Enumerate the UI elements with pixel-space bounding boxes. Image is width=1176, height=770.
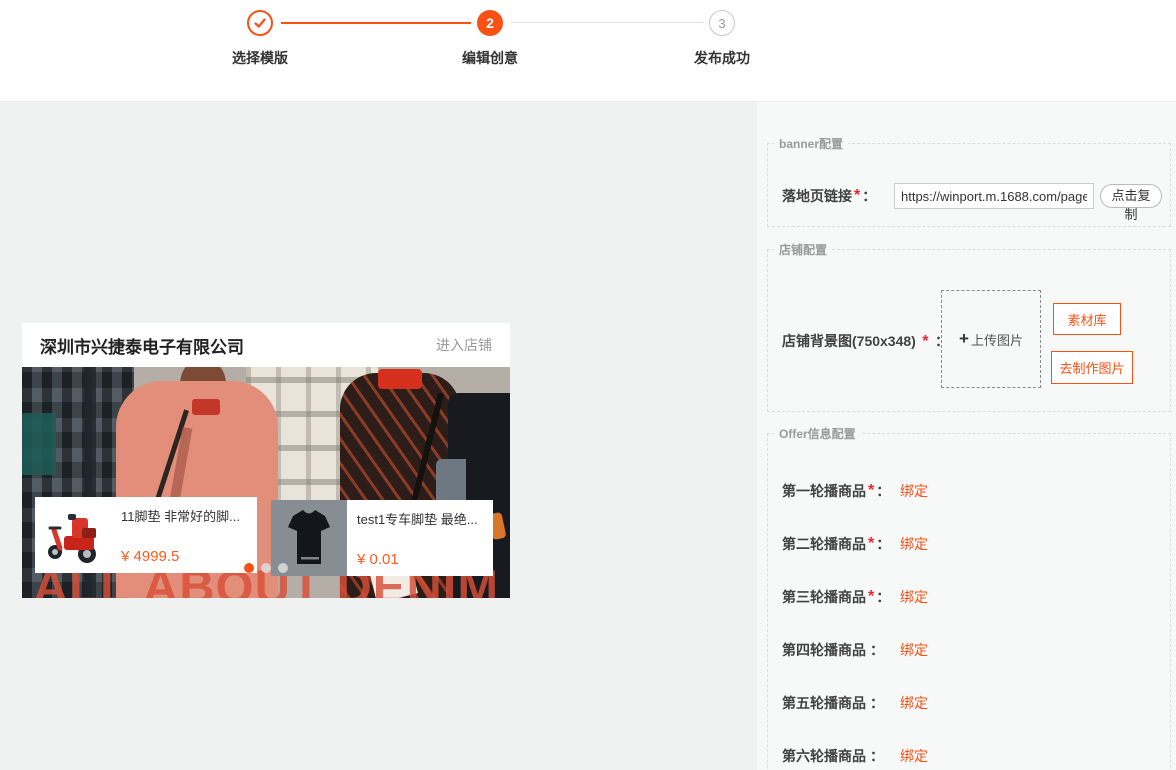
product-info: 11脚垫 非常好的脚... ¥ 4999.5 bbox=[111, 497, 257, 573]
material-library-button[interactable]: 素材库 bbox=[1053, 303, 1121, 335]
bind-link-4[interactable]: 绑定 bbox=[900, 640, 928, 660]
store-name: 深圳市兴捷泰电子有限公司 bbox=[40, 337, 244, 357]
stepper-header: 2 3 选择模版 编辑创意 发布成功 bbox=[0, 0, 1176, 102]
store-preview-header: 深圳市兴捷泰电子有限公司 进入店铺 bbox=[22, 323, 510, 367]
product-title: 11脚垫 非常好的脚... bbox=[121, 509, 240, 524]
offer-row-4: 第四轮播商品 ： 绑定 bbox=[782, 640, 1162, 660]
required-star: * bbox=[868, 588, 875, 605]
offer-config-legend: Offer信息配置 bbox=[774, 425, 861, 442]
step-3-circle[interactable]: 3 bbox=[709, 10, 735, 36]
offer-label: 第三轮播商品 bbox=[782, 589, 866, 605]
required-star: * bbox=[868, 535, 875, 552]
bind-link-5[interactable]: 绑定 bbox=[900, 693, 928, 713]
copy-link-button[interactable]: 点击复制 bbox=[1100, 184, 1162, 222]
banner-config-legend: banner配置 bbox=[774, 135, 849, 152]
step-2-circle[interactable]: 2 bbox=[477, 10, 503, 36]
step-1-circle[interactable] bbox=[247, 10, 273, 36]
label-colon: ： bbox=[870, 695, 884, 711]
bind-link-3[interactable]: 绑定 bbox=[900, 587, 928, 607]
landing-url-input[interactable] bbox=[894, 183, 1094, 209]
step-3-label: 发布成功 bbox=[694, 50, 750, 66]
landing-url-label: 落地页链接 bbox=[782, 188, 852, 204]
shop-config-legend: 店铺配置 bbox=[774, 241, 833, 258]
label-colon: ： bbox=[870, 642, 884, 658]
label-colon: ： bbox=[862, 188, 877, 204]
step-3-number: 3 bbox=[718, 15, 726, 31]
bind-link-1[interactable]: 绑定 bbox=[900, 481, 928, 501]
enter-store-link[interactable]: 进入店铺 bbox=[436, 335, 492, 355]
carousel-product-card-1[interactable]: 11脚垫 非常好的脚... ¥ 4999.5 bbox=[35, 497, 257, 573]
step-2-label: 编辑创意 bbox=[462, 50, 518, 66]
required-star: * bbox=[868, 482, 875, 499]
offer-label: 第五轮播商品 bbox=[782, 695, 866, 711]
upload-image-label: 上传图片 bbox=[970, 332, 1023, 348]
landing-url-row: 落地页链接 * ： 点击复制 bbox=[782, 182, 1162, 222]
offer-config-section: Offer信息配置 第一轮播商品 * ： 绑定 第二轮播商品 * ： 绑定 第三… bbox=[767, 425, 1171, 770]
shop-bg-label: 店铺背景图(750x348) bbox=[782, 333, 916, 349]
config-panel: banner配置 落地页链接 * ： 点击复制 店铺配置 店铺背景图(750x3… bbox=[757, 102, 1176, 770]
offer-row-5: 第五轮播商品 ： 绑定 bbox=[782, 693, 1162, 713]
carousel-dot-1[interactable] bbox=[244, 563, 254, 573]
step-1-label: 选择模版 bbox=[232, 50, 288, 66]
product-title: test1专车脚垫 最绝... bbox=[357, 512, 478, 527]
store-preview-card: 深圳市兴捷泰电子有限公司 进入店铺 ALL ABOUT DENIM 11脚垫 非… bbox=[22, 323, 510, 598]
offer-row-6: 第六轮播商品 ： 绑定 bbox=[782, 746, 1162, 766]
bind-link-6[interactable]: 绑定 bbox=[900, 746, 928, 766]
offer-label: 第六轮播商品 bbox=[782, 748, 866, 764]
required-star: * bbox=[922, 333, 929, 350]
store-banner-preview[interactable]: ALL ABOUT DENIM 11脚垫 非常好的脚... ¥ 4999.5 t… bbox=[22, 367, 510, 598]
offer-label: 第四轮播商品 bbox=[782, 642, 866, 658]
offer-row-2: 第二轮播商品 * ： 绑定 bbox=[782, 534, 1162, 554]
step-connector-2 bbox=[511, 22, 703, 23]
label-colon: ： bbox=[876, 536, 891, 552]
step-connector-1 bbox=[281, 22, 471, 24]
carousel-dots bbox=[22, 563, 510, 573]
label-colon: ： bbox=[876, 589, 891, 605]
bind-link-2[interactable]: 绑定 bbox=[900, 534, 928, 554]
main-area: 深圳市兴捷泰电子有限公司 进入店铺 ALL ABOUT DENIM 11脚垫 非… bbox=[0, 102, 1176, 770]
make-image-button[interactable]: 去制作图片 bbox=[1051, 351, 1133, 384]
required-star: * bbox=[854, 187, 861, 204]
product-image-tricycle bbox=[35, 497, 111, 573]
step-2-number: 2 bbox=[486, 15, 494, 31]
check-icon bbox=[253, 16, 267, 30]
offer-row-3: 第三轮播商品 * ： 绑定 bbox=[782, 587, 1162, 607]
label-colon: ： bbox=[876, 483, 891, 499]
shop-config-section: 店铺配置 店铺背景图(750x348) * ： + 上传图片 素材库 去制作图片 bbox=[767, 241, 1171, 412]
label-colon: ： bbox=[870, 748, 884, 764]
plus-icon: + bbox=[959, 329, 969, 348]
upload-image-dropzone[interactable]: + 上传图片 bbox=[941, 290, 1041, 388]
offer-label: 第二轮播商品 bbox=[782, 536, 866, 552]
banner-config-section: banner配置 落地页链接 * ： 点击复制 bbox=[767, 135, 1171, 227]
offer-row-1: 第一轮播商品 * ： 绑定 bbox=[782, 481, 1162, 501]
carousel-dot-2[interactable] bbox=[261, 563, 271, 573]
shop-bg-label-row: 店铺背景图(750x348) * ： bbox=[782, 331, 949, 351]
offer-label: 第一轮播商品 bbox=[782, 483, 866, 499]
carousel-dot-3[interactable] bbox=[278, 563, 288, 573]
